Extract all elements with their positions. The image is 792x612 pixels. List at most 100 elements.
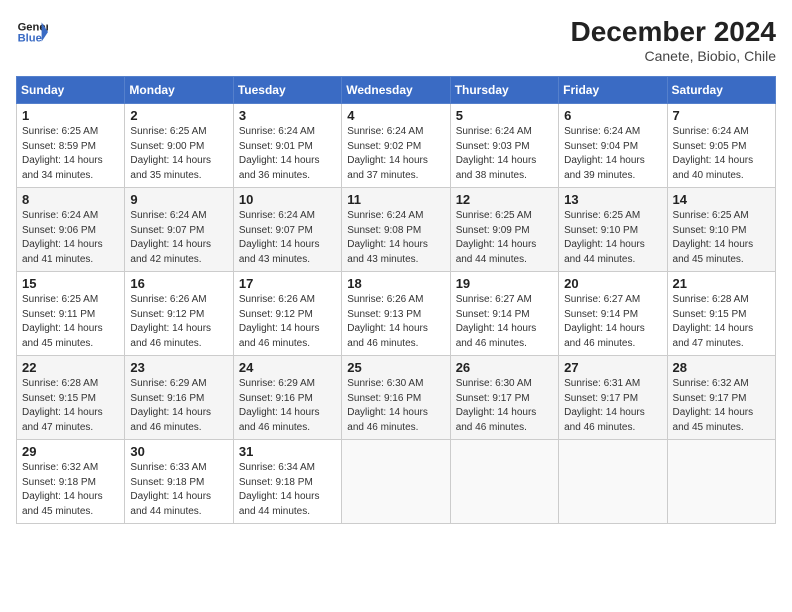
calendar-cell: 3 Sunrise: 6:24 AMSunset: 9:01 PMDayligh… [233,104,341,188]
calendar-table: SundayMondayTuesdayWednesdayThursdayFrid… [16,76,776,524]
calendar-cell: 13 Sunrise: 6:25 AMSunset: 9:10 PMDaylig… [559,188,667,272]
day-number: 16 [130,276,227,291]
calendar-cell: 10 Sunrise: 6:24 AMSunset: 9:07 PMDaylig… [233,188,341,272]
calendar-cell: 14 Sunrise: 6:25 AMSunset: 9:10 PMDaylig… [667,188,775,272]
calendar-week-5: 29 Sunrise: 6:32 AMSunset: 9:18 PMDaylig… [17,440,776,524]
day-info: Sunrise: 6:25 AMSunset: 9:10 PMDaylight:… [564,209,661,267]
page-header: General Blue December 2024 Canete, Biobi… [16,16,776,64]
weekday-header-friday: Friday [559,77,667,104]
day-number: 24 [239,360,336,375]
calendar-cell: 24 Sunrise: 6:29 AMSunset: 9:16 PMDaylig… [233,356,341,440]
calendar-week-2: 8 Sunrise: 6:24 AMSunset: 9:06 PMDayligh… [17,188,776,272]
day-info: Sunrise: 6:25 AMSunset: 9:09 PMDaylight:… [456,209,553,267]
title-block: December 2024 Canete, Biobio, Chile [571,16,776,64]
calendar-week-1: 1 Sunrise: 6:25 AMSunset: 8:59 PMDayligh… [17,104,776,188]
day-info: Sunrise: 6:25 AMSunset: 9:10 PMDaylight:… [673,209,770,267]
day-number: 10 [239,192,336,207]
day-number: 13 [564,192,661,207]
calendar-cell: 15 Sunrise: 6:25 AMSunset: 9:11 PMDaylig… [17,272,125,356]
day-number: 30 [130,444,227,459]
day-info: Sunrise: 6:24 AMSunset: 9:02 PMDaylight:… [347,125,444,183]
day-number: 22 [22,360,119,375]
calendar-cell: 19 Sunrise: 6:27 AMSunset: 9:14 PMDaylig… [450,272,558,356]
logo: General Blue [16,16,48,48]
day-number: 3 [239,108,336,123]
day-info: Sunrise: 6:28 AMSunset: 9:15 PMDaylight:… [22,377,119,435]
day-number: 14 [673,192,770,207]
day-info: Sunrise: 6:24 AMSunset: 9:03 PMDaylight:… [456,125,553,183]
day-info: Sunrise: 6:24 AMSunset: 9:01 PMDaylight:… [239,125,336,183]
day-number: 2 [130,108,227,123]
day-info: Sunrise: 6:25 AMSunset: 9:11 PMDaylight:… [22,293,119,351]
svg-text:Blue: Blue [18,33,42,45]
day-number: 4 [347,108,444,123]
calendar-cell: 11 Sunrise: 6:24 AMSunset: 9:08 PMDaylig… [342,188,450,272]
day-info: Sunrise: 6:24 AMSunset: 9:07 PMDaylight:… [239,209,336,267]
day-info: Sunrise: 6:31 AMSunset: 9:17 PMDaylight:… [564,377,661,435]
day-number: 9 [130,192,227,207]
calendar-cell: 27 Sunrise: 6:31 AMSunset: 9:17 PMDaylig… [559,356,667,440]
day-info: Sunrise: 6:29 AMSunset: 9:16 PMDaylight:… [130,377,227,435]
calendar-cell: 21 Sunrise: 6:28 AMSunset: 9:15 PMDaylig… [667,272,775,356]
day-number: 6 [564,108,661,123]
calendar-cell: 22 Sunrise: 6:28 AMSunset: 9:15 PMDaylig… [17,356,125,440]
day-number: 17 [239,276,336,291]
weekday-header-monday: Monday [125,77,233,104]
weekday-header-wednesday: Wednesday [342,77,450,104]
day-info: Sunrise: 6:26 AMSunset: 9:13 PMDaylight:… [347,293,444,351]
weekday-header-sunday: Sunday [17,77,125,104]
day-number: 12 [456,192,553,207]
calendar-cell: 18 Sunrise: 6:26 AMSunset: 9:13 PMDaylig… [342,272,450,356]
calendar-cell: 8 Sunrise: 6:24 AMSunset: 9:06 PMDayligh… [17,188,125,272]
day-info: Sunrise: 6:29 AMSunset: 9:16 PMDaylight:… [239,377,336,435]
day-info: Sunrise: 6:25 AMSunset: 9:00 PMDaylight:… [130,125,227,183]
day-info: Sunrise: 6:25 AMSunset: 8:59 PMDaylight:… [22,125,119,183]
day-number: 23 [130,360,227,375]
calendar-cell: 1 Sunrise: 6:25 AMSunset: 8:59 PMDayligh… [17,104,125,188]
day-info: Sunrise: 6:28 AMSunset: 9:15 PMDaylight:… [673,293,770,351]
weekday-header-row: SundayMondayTuesdayWednesdayThursdayFrid… [17,77,776,104]
day-info: Sunrise: 6:30 AMSunset: 9:16 PMDaylight:… [347,377,444,435]
day-info: Sunrise: 6:24 AMSunset: 9:06 PMDaylight:… [22,209,119,267]
page-title: December 2024 [571,16,776,48]
day-info: Sunrise: 6:24 AMSunset: 9:08 PMDaylight:… [347,209,444,267]
calendar-cell: 20 Sunrise: 6:27 AMSunset: 9:14 PMDaylig… [559,272,667,356]
day-info: Sunrise: 6:26 AMSunset: 9:12 PMDaylight:… [239,293,336,351]
calendar-cell: 5 Sunrise: 6:24 AMSunset: 9:03 PMDayligh… [450,104,558,188]
calendar-cell [559,440,667,524]
day-number: 28 [673,360,770,375]
calendar-cell: 30 Sunrise: 6:33 AMSunset: 9:18 PMDaylig… [125,440,233,524]
day-number: 27 [564,360,661,375]
calendar-week-4: 22 Sunrise: 6:28 AMSunset: 9:15 PMDaylig… [17,356,776,440]
calendar-cell: 9 Sunrise: 6:24 AMSunset: 9:07 PMDayligh… [125,188,233,272]
day-number: 7 [673,108,770,123]
calendar-cell: 16 Sunrise: 6:26 AMSunset: 9:12 PMDaylig… [125,272,233,356]
day-number: 26 [456,360,553,375]
day-number: 21 [673,276,770,291]
calendar-cell [342,440,450,524]
day-number: 1 [22,108,119,123]
calendar-cell: 29 Sunrise: 6:32 AMSunset: 9:18 PMDaylig… [17,440,125,524]
calendar-header: SundayMondayTuesdayWednesdayThursdayFrid… [17,77,776,104]
logo-icon: General Blue [16,16,48,48]
calendar-cell: 2 Sunrise: 6:25 AMSunset: 9:00 PMDayligh… [125,104,233,188]
day-info: Sunrise: 6:33 AMSunset: 9:18 PMDaylight:… [130,461,227,519]
day-number: 20 [564,276,661,291]
day-number: 15 [22,276,119,291]
day-info: Sunrise: 6:26 AMSunset: 9:12 PMDaylight:… [130,293,227,351]
calendar-cell: 6 Sunrise: 6:24 AMSunset: 9:04 PMDayligh… [559,104,667,188]
calendar-cell: 23 Sunrise: 6:29 AMSunset: 9:16 PMDaylig… [125,356,233,440]
calendar-week-3: 15 Sunrise: 6:25 AMSunset: 9:11 PMDaylig… [17,272,776,356]
calendar-cell: 12 Sunrise: 6:25 AMSunset: 9:09 PMDaylig… [450,188,558,272]
day-info: Sunrise: 6:24 AMSunset: 9:04 PMDaylight:… [564,125,661,183]
calendar-cell: 25 Sunrise: 6:30 AMSunset: 9:16 PMDaylig… [342,356,450,440]
day-info: Sunrise: 6:27 AMSunset: 9:14 PMDaylight:… [564,293,661,351]
day-info: Sunrise: 6:32 AMSunset: 9:18 PMDaylight:… [22,461,119,519]
calendar-cell: 31 Sunrise: 6:34 AMSunset: 9:18 PMDaylig… [233,440,341,524]
day-number: 18 [347,276,444,291]
calendar-cell: 4 Sunrise: 6:24 AMSunset: 9:02 PMDayligh… [342,104,450,188]
calendar-body: 1 Sunrise: 6:25 AMSunset: 8:59 PMDayligh… [17,104,776,524]
day-number: 5 [456,108,553,123]
calendar-cell: 28 Sunrise: 6:32 AMSunset: 9:17 PMDaylig… [667,356,775,440]
day-info: Sunrise: 6:24 AMSunset: 9:05 PMDaylight:… [673,125,770,183]
